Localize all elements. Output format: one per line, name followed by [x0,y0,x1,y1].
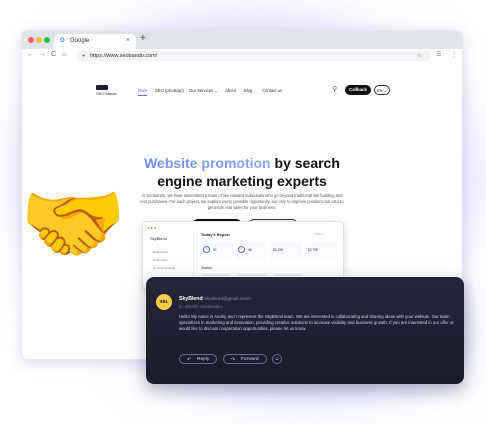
tab-bar: G Google × + [22,31,462,49]
dashboard-filter: Filter ⌄ [315,232,326,236]
table-row [201,274,231,276]
stat-value: 52 [213,248,217,252]
forward-button[interactable]: ↷ Forward [223,354,267,364]
logo-mark [96,85,108,90]
dashboard-section-title: Statistic [201,266,213,270]
site-logo[interactable]: SEO bando [96,85,117,96]
nav-blog[interactable]: Blog [244,88,252,93]
recipient-line: to: efsterln <seobando> [179,304,224,309]
nav-our-services[interactable]: Our Services ⌄ [189,88,218,93]
dashboard-brand: SkyBlend [150,236,167,241]
reply-icon: ↶ [187,357,192,363]
dashboard-side-item: Content Settings [153,266,176,270]
more-menu-icon[interactable]: ⋮ [451,51,457,58]
reply-button[interactable]: ↶ Reply [179,354,217,364]
reply-label: Reply [197,357,210,362]
nav-contact-us[interactable]: Contact us [262,88,282,93]
lock-icon: ● [82,53,86,59]
stat-value: 98 [248,248,252,252]
reload-icon[interactable]: C [51,51,56,58]
bookmark-star-icon[interactable]: ☆ [417,51,422,61]
forward-icon: ↷ [231,357,236,363]
dashboard-side-item: Dashboard [153,250,168,254]
callback-button[interactable]: Callback [345,85,371,95]
avatar: SBL [156,294,172,310]
hero-title-rest: by search [270,155,340,171]
dashboard-side-item: Scan Page [153,258,168,262]
table-row [273,274,303,276]
logo-text: SEO bando [96,91,117,96]
progress-ring-icon [203,246,210,253]
tab-close-icon[interactable]: × [126,37,130,44]
address-bar-row: ← → C ⌂ ● https://www.seobando.com/ ☆ ☰ … [22,49,462,64]
maximize-window-button[interactable] [44,37,50,43]
tab-title: Google [70,38,90,44]
browser-tab[interactable]: G Google × [54,34,136,49]
nav-about[interactable]: About [225,88,236,93]
url-field[interactable]: ● https://www.seobando.com/ ☆ [76,51,430,61]
close-window-button[interactable] [28,37,34,43]
nav-seo[interactable]: SEO (prodsign) [155,88,184,93]
email-card: SBL SkyBlend <skyblend@gmail.com> to: ef… [146,277,464,384]
minimize-window-button[interactable] [36,37,42,43]
sender-email: <skyblend@gmail.com> [202,296,252,301]
home-icon[interactable]: ⌂ [62,51,66,58]
emoji-icon[interactable]: ☺ [272,354,282,364]
handshake-icon: 🤝 [19,174,127,274]
search-icon[interactable]: ⚲ [332,85,337,93]
nav-main[interactable]: Main [138,88,148,96]
sender-name: SkyBlend [179,296,203,302]
table-row [237,274,267,276]
email-body: Hello! My name is Andriy and I represent… [179,314,454,331]
google-icon: G [60,38,65,44]
forward-icon[interactable]: → [39,51,46,58]
url-text: https://www.seobando.com/ [90,53,158,59]
dashboard-title: Today's Report [201,232,230,237]
progress-ring-icon [238,246,245,253]
stat-value: $2,798 [308,248,318,252]
new-tab-button[interactable]: + [140,33,146,44]
hero-description: At Seobando, we have assembled a team of… [140,193,344,211]
stat-value: $2,498 [273,248,283,252]
language-selector[interactable]: EN ⌄ [374,85,390,95]
extensions-icon[interactable]: ☰ [436,51,441,58]
back-icon[interactable]: ← [27,51,34,58]
forward-label: Forward [241,357,259,362]
hero-highlight: Website promotion [144,155,271,171]
hero-title-line1: Website promotion by search [22,155,462,171]
